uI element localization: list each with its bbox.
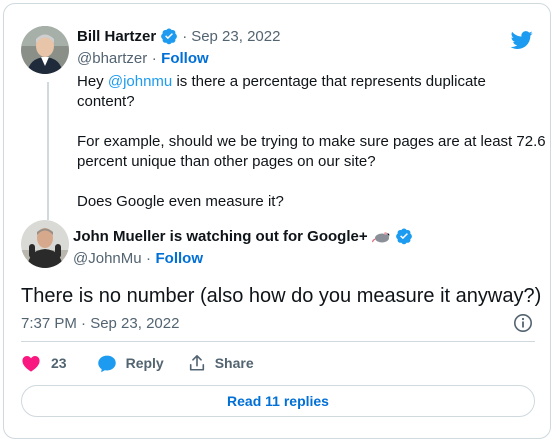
author-handle[interactable]: @bhartzer [77,50,147,67]
share-upload-icon[interactable] [188,354,206,372]
like-count[interactable]: 23 [51,355,67,371]
like-action[interactable]: 23 [21,354,67,372]
reply-action[interactable]: Reply [97,354,164,373]
reply-tweet-subheader: @JohnMu · Follow [73,250,203,268]
original-tweet-text: Hey @johnmu is there a percentage that r… [77,72,546,212]
author-name[interactable]: Bill Hartzer [77,28,156,45]
original-tweet-subheader: @bhartzer · Follow [77,50,209,68]
author-handle[interactable]: @JohnMu [73,250,142,267]
reply-tweet-text: There is no number (also how do you meas… [21,285,542,307]
rat-emoji-icon [371,229,392,243]
share-label[interactable]: Share [215,355,254,371]
read-replies-button[interactable]: Read 11 replies [21,385,535,417]
tweet-date[interactable]: Sep 23, 2022 [191,28,280,45]
mention-link[interactable]: @johnmu [108,73,172,90]
reply-bubble-icon[interactable] [97,354,117,373]
text-line: Does Google even measure it? [77,193,284,210]
avatar-john-mueller[interactable] [21,220,69,268]
reply-label[interactable]: Reply [126,355,164,371]
text-line: For example, should we be trying to make… [77,133,546,150]
text-segment: Hey [77,73,108,90]
text-segment: is there a percentage that represents du… [172,73,486,90]
twitter-bird-icon[interactable] [509,29,535,56]
avatar-bill-hartzer[interactable] [21,26,69,74]
thread-connector-line [47,82,49,220]
text-line: percent unique than other pages on our s… [77,153,376,170]
text-line: content? [77,93,135,110]
info-icon[interactable] [513,313,533,338]
follow-button[interactable]: Follow [156,250,204,267]
verified-badge-icon [395,227,413,245]
separator-dot: · [146,250,152,267]
follow-button[interactable]: Follow [161,50,209,67]
heart-icon[interactable] [21,354,41,372]
separator-dot: · [182,27,188,45]
separator-dot: · [151,50,157,67]
divider [21,341,535,342]
original-tweet-header: Bill Hartzer · Sep 23, 2022 [77,27,280,45]
author-name[interactable]: John Mueller is watching out for Google+ [73,228,368,245]
reply-tweet-header: John Mueller is watching out for Google+ [73,227,413,245]
share-action[interactable]: Share [188,354,254,372]
embedded-tweet-card: Bill Hartzer · Sep 23, 2022 @bhartzer · … [3,3,551,439]
read-replies-label[interactable]: Read 11 replies [227,393,329,409]
tweet-actions: 23 Reply Share [21,351,254,375]
tweet-timestamp[interactable]: 7:37 PM · Sep 23, 2022 [21,315,179,332]
verified-badge-icon [160,27,178,45]
